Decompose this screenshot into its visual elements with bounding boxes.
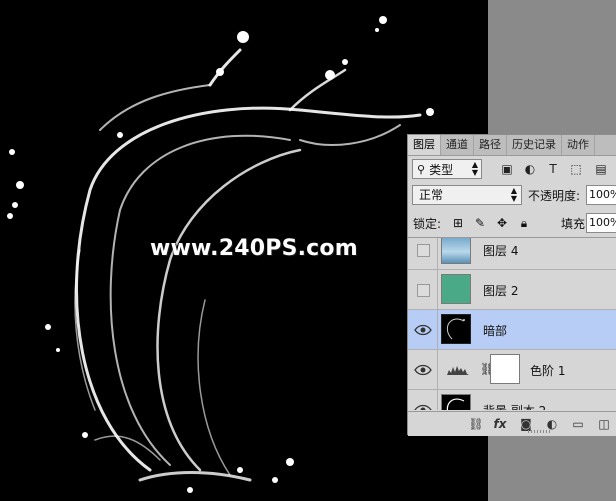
layer-list: 图层 4 图层 2 暗部 ⛓ 色阶 1 [408,237,616,410]
adjustment-filter-icon[interactable]: ◐ [523,162,537,176]
eye-icon [414,324,432,336]
tab-actions[interactable]: 动作 [562,135,595,155]
layer-row[interactable]: 图层 4 [408,238,616,270]
updown-arrows-icon: ▲ ▼ [510,186,517,203]
layer-mask-thumbnail [490,354,520,384]
blend-mode-select[interactable]: 正常 ▲ ▼ [412,185,522,205]
layer-thumbnail [441,274,471,304]
visibility-toggle[interactable] [408,350,438,389]
layer-name: 背景 副本 2 [483,402,546,410]
layer-row-selected[interactable]: 暗部 [408,310,616,350]
type-filter-icon[interactable]: T [546,162,560,176]
fill-input[interactable]: 100% [586,213,616,233]
new-layer-icon[interactable]: ◫ [596,416,612,432]
shape-filter-icon[interactable]: ⬚ [569,162,583,176]
layer-row[interactable]: 背景 副本 2 [408,390,616,410]
lock-label: 锁定: [413,217,442,231]
tab-layers[interactable]: 图层 [408,135,441,155]
layer-name: 图层 4 [483,244,519,258]
visibility-toggle[interactable] [408,310,438,349]
layer-name: 暗部 [483,324,508,338]
blend-mode-value: 正常 [419,188,444,202]
fx-effects-icon[interactable]: fx [492,416,508,432]
search-icon: ⚲ [417,162,426,176]
layer-thumbnail [441,238,471,264]
layer-thumbnail [441,314,471,344]
watermark-text: www.240PS.com [150,236,358,261]
eye-icon [414,364,432,376]
lock-all-icon[interactable]: 🔒︎ [517,215,531,231]
tab-history[interactable]: 历史记录 [507,135,562,155]
eye-icon [414,404,432,410]
opacity-label: 不透明度: [528,189,581,203]
filter-type-select[interactable]: ⚲ 类型 ▲ ▼ [412,159,482,179]
blend-row: 正常 ▲▼ 不透明度: 100% [408,185,616,207]
visibility-toggle[interactable] [408,270,438,309]
layer-row[interactable]: ⛓ 色阶 1 [408,350,616,390]
visibility-off-box [417,244,430,257]
layer-row[interactable]: 图层 2 [408,270,616,310]
layer-name: 色阶 1 [530,364,566,378]
filter-row: ⚲ 类型 ▲ ▼ ▣ ◐ T ⬚ ▤ [408,159,616,181]
opacity-input[interactable]: 100% [586,185,616,205]
smart-object-filter-icon[interactable]: ▤ [594,162,608,176]
tab-paths[interactable]: 路径 [474,135,507,155]
layer-thumbnail [441,394,471,410]
panel-tabs: 图层 通道 路径 历史记录 动作 [408,135,616,156]
visibility-toggle[interactable] [408,238,438,269]
filter-type-label: 类型 [429,162,454,177]
layer-name: 图层 2 [483,284,519,298]
lock-position-move-icon[interactable]: ✥ [495,215,509,231]
updown-arrows-icon: ▲ ▼ [471,160,478,177]
resize-grip[interactable] [528,430,550,433]
new-group-folder-icon[interactable]: ▭ [570,416,586,432]
levels-histogram-icon [447,366,469,375]
visibility-off-box [417,284,430,297]
lock-transparent-icon[interactable]: ⊞ [451,215,465,231]
layers-panel: 图层 通道 路径 历史记录 动作 ⚲ 类型 ▲ ▼ ▣ ◐ T ⬚ ▤ 正常 ▲ ▼… [407,134,616,436]
lock-paint-brush-icon[interactable]: ✎ [473,215,487,231]
panel-footer: ⛓ fx ◙ ◐ ▭ ◫ [408,411,616,436]
link-layers-icon[interactable]: ⛓ [468,416,484,432]
tab-channels[interactable]: 通道 [441,135,474,155]
image-filter-icon[interactable]: ▣ [500,162,514,176]
visibility-toggle[interactable] [408,390,438,410]
lock-row: 锁定: ⊞ ✎ ✥ 🔒︎ 填充: 100% [408,213,616,235]
fill-label: 填充: [561,217,590,231]
